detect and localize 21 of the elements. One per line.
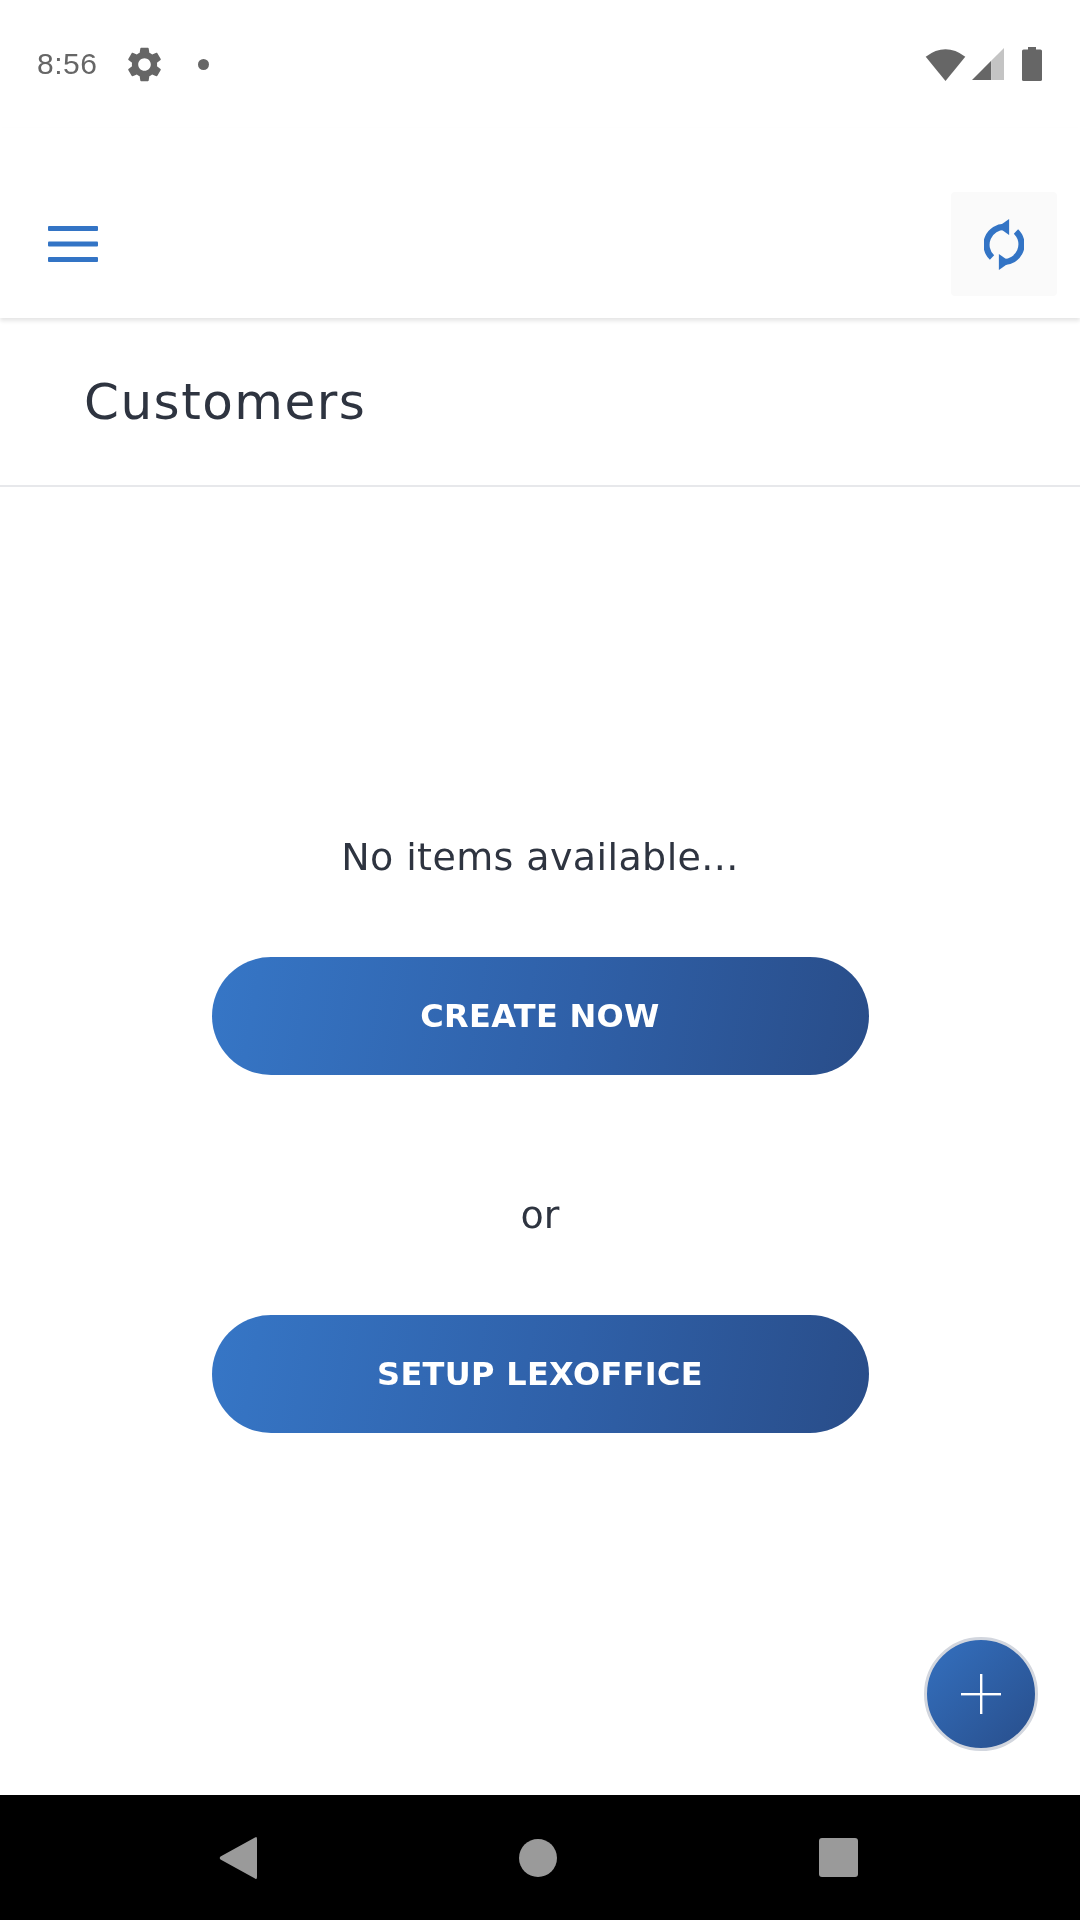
back-button[interactable] (219, 1835, 257, 1880)
home-icon (519, 1838, 557, 1877)
create-button[interactable]: CREATE NOW (211, 957, 869, 1075)
empty-message: No items available... (341, 834, 739, 880)
settings-icon (127, 46, 163, 82)
plus-icon (961, 1674, 1001, 1714)
cell-signal-icon (972, 48, 1004, 80)
menu-button[interactable] (48, 226, 98, 262)
recents-icon (819, 1838, 858, 1877)
wifi-icon (925, 47, 966, 81)
back-icon (219, 1835, 257, 1880)
notification-dot-icon (198, 58, 210, 70)
page-title: Customers (84, 372, 367, 431)
menu-icon (48, 226, 98, 262)
battery-icon (1022, 47, 1042, 81)
refresh-icon (984, 218, 1024, 270)
home-button[interactable] (519, 1838, 557, 1877)
refresh-button[interactable] (951, 192, 1057, 296)
setup-button[interactable]: SETUP LEXOFFICE (211, 1315, 869, 1433)
separator-text: or (520, 1192, 560, 1238)
status-time: 8:56 (37, 47, 98, 81)
